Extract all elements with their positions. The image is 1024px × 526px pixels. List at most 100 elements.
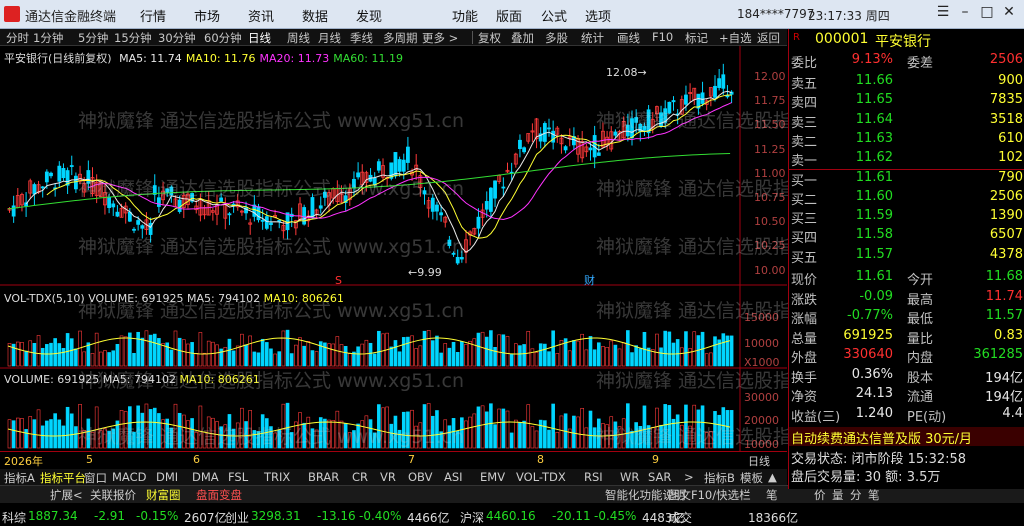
toolbar-tool[interactable]: 叠加 (511, 30, 534, 46)
status-link[interactable]: 价 (814, 487, 826, 503)
period-tab[interactable]: 1分钟 (33, 30, 63, 46)
indicator-tab[interactable]: FSL (228, 470, 248, 484)
period-tab[interactable]: 周线 (287, 30, 310, 46)
indicator-tab[interactable]: 指标A (4, 470, 35, 486)
status-link[interactable]: 笔 (766, 487, 778, 503)
toolbar-tool[interactable]: F10 (652, 30, 673, 44)
period-tab[interactable]: 多周期 (383, 30, 418, 46)
close-icon[interactable]: ✕ (1000, 4, 1018, 22)
vol-tdx-bar (24, 350, 28, 367)
indicator-tab[interactable]: 指标平台 (40, 470, 86, 486)
bid-row[interactable]: 买一 11.61 790 (789, 170, 1024, 189)
menu-faxian[interactable]: 发现 (356, 6, 382, 25)
ask-row[interactable]: 卖一 11.62 102 (789, 150, 1024, 169)
status-link[interactable]: 图文F10/快选栏 (668, 487, 751, 503)
candle-body (74, 175, 78, 190)
candle-body (700, 92, 705, 104)
period-tab[interactable]: 季线 (350, 30, 373, 46)
toolbar-tool[interactable]: 复权 (478, 30, 501, 46)
indicator-tab[interactable]: VOL-TDX (516, 470, 566, 484)
toolbar-tool[interactable]: 画线 (617, 30, 640, 46)
menu-zixun[interactable]: 资讯 (248, 6, 274, 25)
ask-row[interactable]: 卖五 11.66 900 (789, 73, 1024, 92)
indicator-tab[interactable]: MACD (112, 470, 146, 484)
bid-row[interactable]: 买四 11.58 6507 (789, 227, 1024, 246)
toolbar-tool[interactable]: +自选 (719, 30, 752, 46)
menu-gongneng[interactable]: 功能 (452, 6, 478, 25)
indicator-tab[interactable]: RSI (584, 470, 603, 484)
volume-bar (157, 413, 161, 449)
menu-icon[interactable]: ☰ (934, 4, 952, 22)
minimize-icon[interactable]: – (956, 4, 974, 22)
period-tab[interactable]: 60分钟 (204, 30, 242, 46)
promo-text[interactable]: 自动续费通达信普及版 30元/月 (791, 428, 972, 447)
indicator-tab[interactable]: ▲ (768, 470, 777, 484)
period-tab[interactable]: 更多 > (422, 30, 458, 46)
stat-row: 外盘 330640 内盘 361285 (789, 347, 1024, 366)
ticker-name[interactable]: 成交 (668, 509, 692, 526)
indicator-tab[interactable]: EMV (480, 470, 505, 484)
index-ticker: 科综 1887.34 -2.91 -0.15% 2607亿 创业 3298.31 -13.16… (0, 507, 1024, 526)
indicator-tab[interactable]: SAR (648, 470, 671, 484)
bid-row[interactable]: 买二 11.60 2506 (789, 189, 1024, 208)
period-tab[interactable]: 分时 (6, 30, 29, 46)
menu-shuju[interactable]: 数据 (302, 6, 328, 25)
candle-body (671, 100, 676, 103)
menu-banmian[interactable]: 版面 (496, 6, 522, 25)
menu-gongshi[interactable]: 公式 (541, 6, 567, 25)
status-link[interactable]: 关联报价 (90, 487, 136, 503)
indicator-tab[interactable]: DMA (192, 470, 219, 484)
indicator-tab[interactable]: 窗口 (84, 470, 107, 486)
indicator-tab[interactable]: DMI (156, 470, 178, 484)
menu-shichang[interactable]: 市场 (194, 6, 220, 25)
vol-tdx-bar (464, 344, 468, 367)
indicator-tab[interactable]: OBV (408, 470, 432, 484)
bid-row[interactable]: 买三 11.59 1390 (789, 208, 1024, 227)
toolbar-tool[interactable]: 标记 (685, 30, 708, 46)
indicator-tab[interactable]: CR (352, 470, 368, 484)
status-link[interactable]: 扩展< (50, 487, 83, 503)
status-link[interactable]: 盘面变盘 (196, 487, 242, 503)
ticker-name[interactable]: 科综 (2, 509, 26, 526)
indicator-tab[interactable]: VR (380, 470, 396, 484)
indicator-tab[interactable]: 指标B (704, 470, 735, 486)
period-tab[interactable]: 月线 (318, 30, 341, 46)
menu-hangqing[interactable]: 行情 (140, 6, 166, 25)
ask-row[interactable]: 卖四 11.65 7835 (789, 92, 1024, 111)
bid-row[interactable]: 买五 11.57 4378 (789, 247, 1024, 266)
ticker-name[interactable]: 创业 (225, 509, 249, 526)
ask-row[interactable]: 卖三 11.64 3518 (789, 112, 1024, 131)
status-link[interactable]: 分 (850, 487, 862, 503)
status-link[interactable]: 量 (832, 487, 844, 503)
toolbar-tool[interactable]: 返回 (757, 30, 780, 46)
period-tab[interactable]: 5分钟 (78, 30, 108, 46)
stat-label: 总量 (791, 331, 818, 347)
indicator-tab[interactable]: TRIX (264, 470, 290, 484)
indicator-tab[interactable]: ASI (444, 470, 463, 484)
maximize-icon[interactable]: □ (978, 4, 996, 22)
indicator-tab[interactable]: 模板 (740, 470, 763, 486)
toolbar-tool[interactable]: 多股 (545, 30, 568, 46)
toolbar-tool[interactable]: 统计 (581, 30, 604, 46)
vol-tdx-bar (119, 335, 124, 367)
ticker-name[interactable]: 沪深 (460, 509, 484, 526)
volume-bar (20, 418, 24, 449)
indicator-tab[interactable]: WR (620, 470, 639, 484)
promo-banner[interactable]: 自动续费通达信普及版 30元/月 (789, 427, 1024, 447)
kline-chart-svg[interactable]: 12.08→ ←9.99 S 财 (0, 46, 787, 451)
status-link[interactable]: 笔 (868, 487, 880, 503)
chart-area[interactable]: 12.08→ ←9.99 S 财 平安银行(日线前复权) MA5: 11.74 MA10… (0, 46, 982, 469)
cai-marker[interactable]: 财 (584, 273, 595, 287)
indicator-tab[interactable]: > (684, 470, 694, 484)
period-tab[interactable]: 30分钟 (158, 30, 196, 46)
status-link[interactable]: 财富圈 (146, 487, 181, 503)
period-tab[interactable]: 日线 (248, 30, 271, 46)
volume-bar (119, 410, 124, 449)
menu-xuanxiang[interactable]: 选项 (585, 6, 611, 25)
account-label[interactable]: 184****7797 (737, 7, 814, 21)
volume-bar (252, 430, 257, 449)
ask-row[interactable]: 卖二 11.63 610 (789, 131, 1024, 150)
indicator-tab[interactable]: BRAR (308, 470, 339, 484)
period-tab[interactable]: 15分钟 (114, 30, 152, 46)
volume-value: VOLUME: 691925 (4, 373, 100, 386)
